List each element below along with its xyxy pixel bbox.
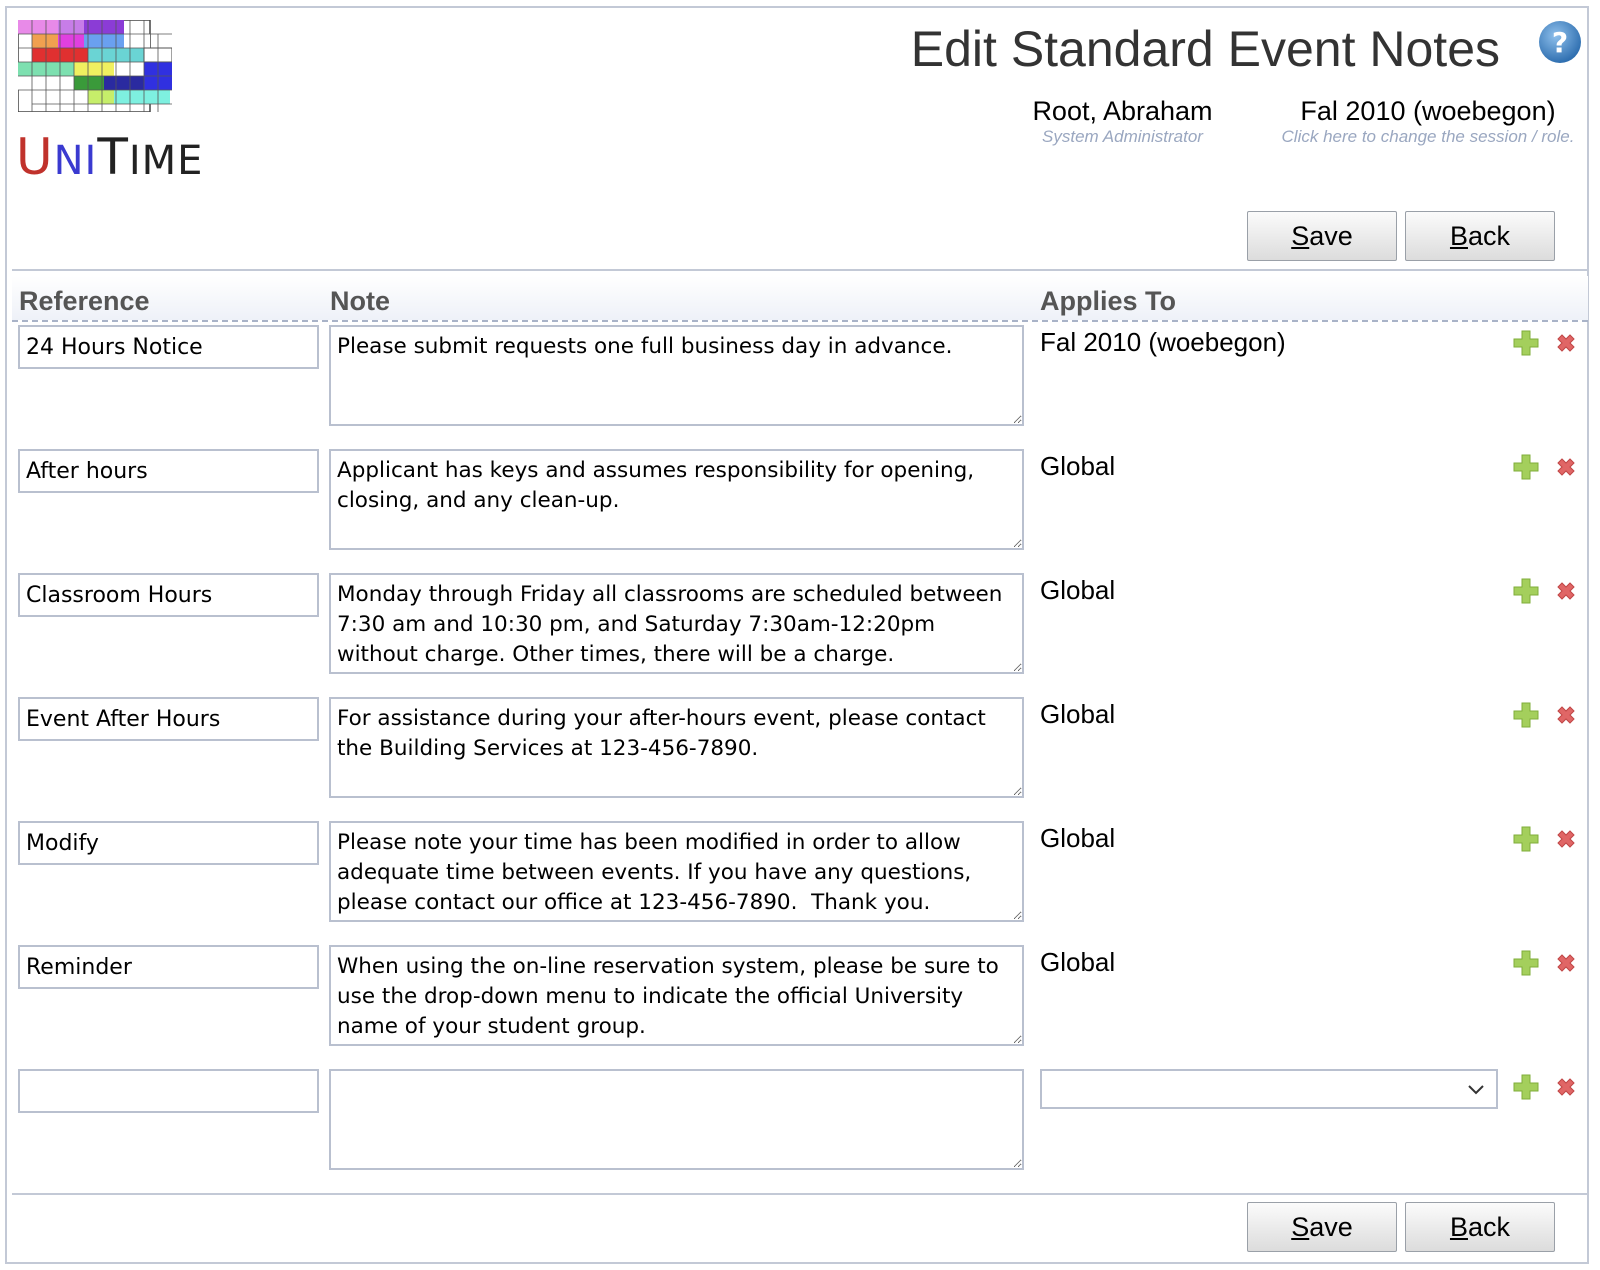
page-title: Edit Standard Event Notes — [910, 21, 1500, 77]
back-button-bottom[interactable]: Back — [1405, 1202, 1555, 1252]
table-header: Reference Note Applies To — [12, 276, 1588, 322]
reference-input[interactable] — [18, 573, 319, 617]
note-textarea[interactable]: Monday through Friday all classrooms are… — [329, 573, 1024, 674]
reference-input[interactable] — [18, 449, 319, 493]
note-textarea[interactable]: Please note your time has been modified … — [329, 821, 1024, 922]
table-row: Monday through Friday all classrooms are… — [0, 573, 1600, 683]
session-selector[interactable]: Fal 2010 (woebegon) Click here to change… — [1268, 96, 1588, 147]
applies-to-value: Global — [1040, 699, 1116, 729]
applies-to-value: Fal 2010 (woebegon) — [1040, 327, 1286, 357]
session-change-hint[interactable]: Click here to change the session / role. — [1268, 127, 1588, 147]
applies-to-value: Global — [1040, 947, 1116, 977]
column-header-reference: Reference — [19, 286, 150, 316]
unitime-logo: UNITIME — [16, 20, 202, 186]
logo-timetable-graphic — [18, 20, 172, 112]
header-divider — [12, 269, 1588, 271]
current-user: Root, Abraham System Administrator — [1030, 96, 1215, 147]
applies-to-value: Global — [1040, 575, 1116, 605]
applies-to-value: Global — [1040, 451, 1116, 481]
table-row: Please submit requests one full business… — [0, 325, 1600, 435]
note-textarea[interactable]: For assistance during your after-hours e… — [329, 697, 1024, 798]
add-row-plus-icon[interactable] — [1512, 1073, 1540, 1101]
footer-divider — [12, 1193, 1588, 1195]
session-name[interactable]: Fal 2010 (woebegon) — [1268, 96, 1588, 127]
delete-row-x-icon[interactable] — [1554, 579, 1578, 603]
applies-to-select[interactable] — [1040, 1069, 1498, 1109]
user-role: System Administrator — [1042, 127, 1203, 146]
applies-to-value: Global — [1040, 823, 1116, 853]
add-row-plus-icon[interactable] — [1512, 949, 1540, 977]
reference-input[interactable] — [18, 1069, 319, 1113]
note-textarea[interactable]: Please submit requests one full business… — [329, 325, 1024, 426]
help-question-icon[interactable]: ? — [1538, 20, 1582, 64]
add-row-plus-icon[interactable] — [1512, 701, 1540, 729]
note-textarea[interactable]: Applicant has keys and assumes responsib… — [329, 449, 1024, 550]
add-row-plus-icon[interactable] — [1512, 453, 1540, 481]
user-name: Root, Abraham — [1032, 96, 1213, 126]
table-row: Applicant has keys and assumes responsib… — [0, 449, 1600, 559]
add-row-plus-icon[interactable] — [1512, 825, 1540, 853]
save-button-top[interactable]: Save — [1247, 211, 1397, 261]
back-button-top[interactable]: Back — [1405, 211, 1555, 261]
reference-input[interactable] — [18, 697, 319, 741]
logo-wordmark: UNITIME — [16, 128, 204, 186]
table-row-new — [0, 1069, 1600, 1179]
delete-row-x-icon[interactable] — [1554, 827, 1578, 851]
reference-input[interactable] — [18, 821, 319, 865]
save-button-bottom[interactable]: Save — [1247, 1202, 1397, 1252]
table-row: For assistance during your after-hours e… — [0, 697, 1600, 807]
chevron-down-icon — [1468, 1085, 1484, 1095]
note-textarea[interactable] — [329, 1069, 1024, 1170]
delete-row-x-icon[interactable] — [1554, 455, 1578, 479]
delete-row-x-icon[interactable] — [1554, 703, 1578, 727]
add-row-plus-icon[interactable] — [1512, 329, 1540, 357]
svg-text:?: ? — [1552, 26, 1568, 59]
delete-row-x-icon[interactable] — [1554, 951, 1578, 975]
reference-input[interactable] — [18, 945, 319, 989]
delete-row-x-icon[interactable] — [1554, 331, 1578, 355]
column-header-note: Note — [330, 286, 390, 316]
table-row: Please note your time has been modified … — [0, 821, 1600, 931]
reference-input[interactable] — [18, 325, 319, 369]
add-row-plus-icon[interactable] — [1512, 577, 1540, 605]
note-textarea[interactable]: When using the on-line reservation syste… — [329, 945, 1024, 1046]
delete-row-x-icon[interactable] — [1554, 1075, 1578, 1099]
column-header-applies-to: Applies To — [1040, 286, 1177, 316]
table-row: When using the on-line reservation syste… — [0, 945, 1600, 1055]
